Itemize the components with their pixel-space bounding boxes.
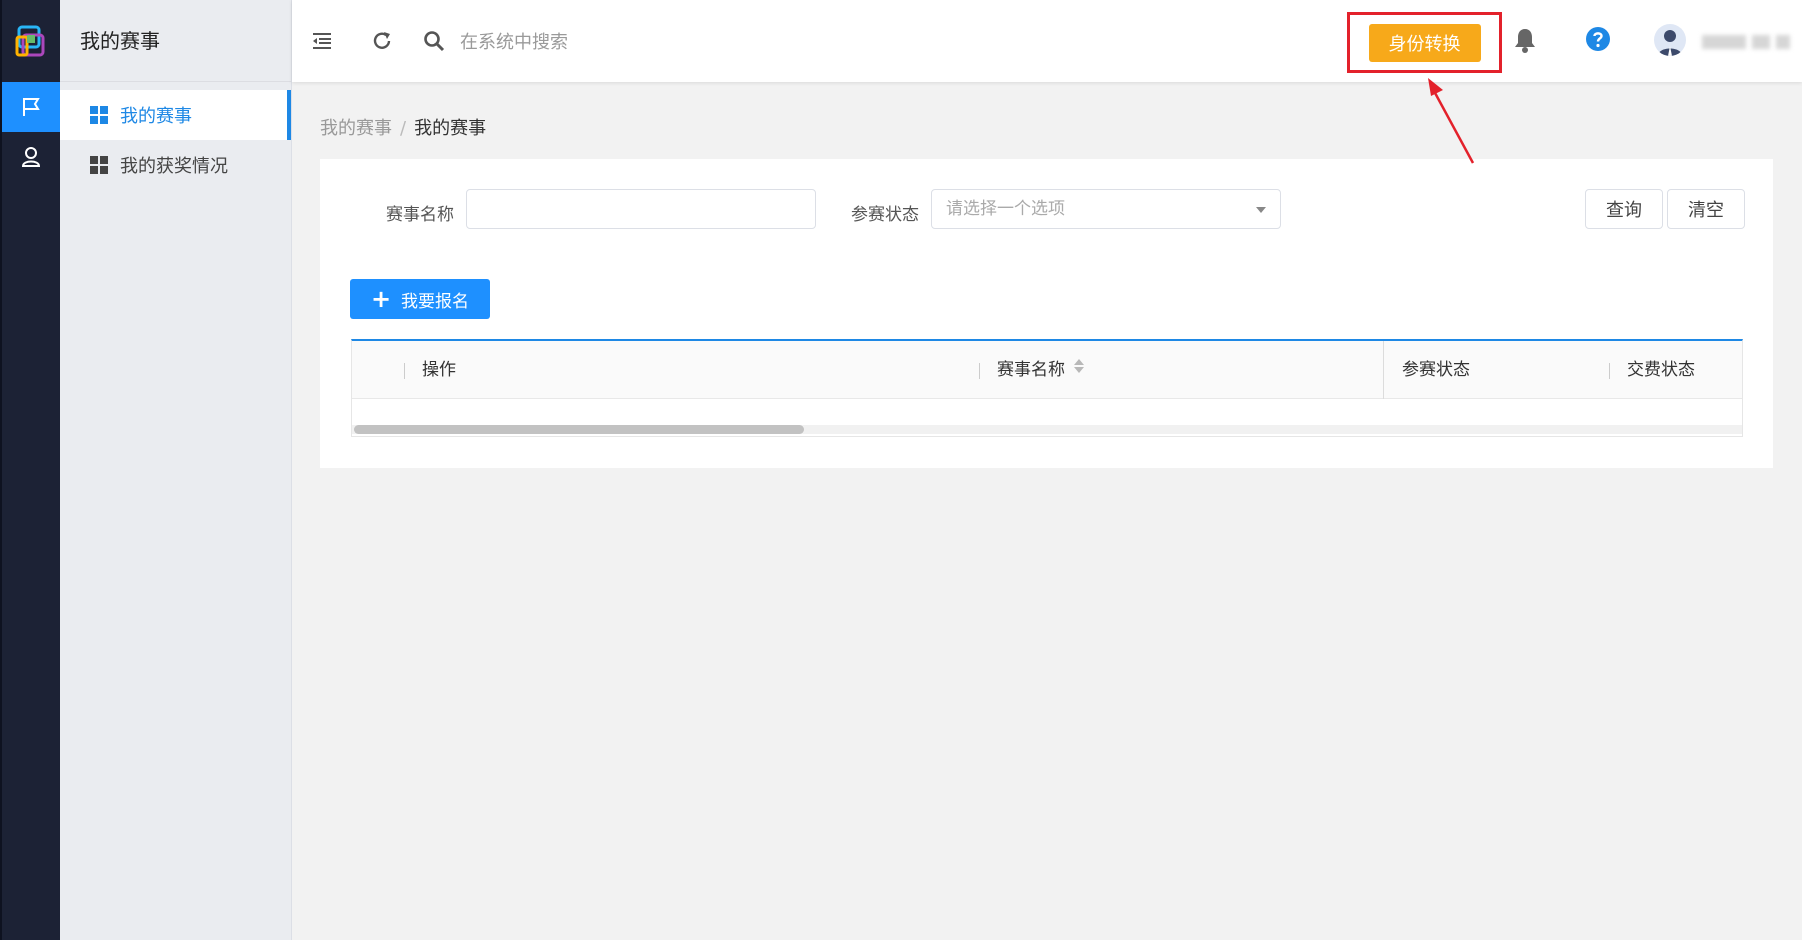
help-icon[interactable] <box>1585 26 1611 56</box>
status-select-placeholder: 请选择一个选项 <box>946 199 1065 219</box>
signup-button[interactable]: + 我要报名 <box>350 279 490 319</box>
sidebar-item-label: 我的赛事 <box>120 106 192 127</box>
column-header-payment-status: 交费状态 <box>1609 341 1695 399</box>
logo-icon[interactable] <box>2 0 60 82</box>
breadcrumb: 我的赛事 / 我的赛事 <box>320 114 486 140</box>
sidebar-item-my-events[interactable]: 我的赛事 <box>60 90 291 140</box>
column-header-label: 参赛状态 <box>1402 360 1470 380</box>
sidebar-title: 我的赛事 <box>60 0 291 82</box>
bell-icon[interactable] <box>1512 26 1538 58</box>
column-header-actions: 操作 <box>404 341 456 399</box>
icon-rail <box>0 0 60 940</box>
sidebar-item-label: 我的获奖情况 <box>120 156 228 177</box>
column-header-label: 交费状态 <box>1627 360 1695 380</box>
sidebar-item-my-awards[interactable]: 我的获奖情况 <box>60 140 291 190</box>
breadcrumb-parent[interactable]: 我的赛事 <box>320 118 392 139</box>
user-icon[interactable] <box>2 132 60 182</box>
column-header-entry-status: 参赛状态 <box>1402 341 1470 399</box>
breadcrumb-separator: / <box>400 118 407 139</box>
collapse-menu-icon[interactable] <box>292 0 352 82</box>
events-table: 操作 赛事名称 参赛状态 交费状态 <box>351 339 1743 437</box>
status-select[interactable]: 请选择一个选项 <box>931 189 1281 229</box>
search-input[interactable]: 在系统中搜索 <box>460 28 568 54</box>
plus-icon: + <box>370 285 392 313</box>
sidebar: 我的赛事 我的赛事 我的获奖情况 <box>60 0 292 940</box>
event-name-input[interactable] <box>466 189 816 229</box>
table-header: 操作 赛事名称 参赛状态 交费状态 <box>352 341 1742 399</box>
top-bar: 在系统中搜索 身份转换 <box>292 0 1802 82</box>
clear-button[interactable]: 清空 <box>1667 189 1745 229</box>
signup-button-label: 我要报名 <box>401 291 470 312</box>
breadcrumb-current: 我的赛事 <box>414 118 487 139</box>
user-name-redacted[interactable] <box>1702 34 1802 49</box>
flag-icon[interactable] <box>2 82 60 132</box>
event-name-label: 赛事名称 <box>386 205 454 225</box>
grid-icon <box>90 156 108 174</box>
grid-icon <box>90 106 108 124</box>
status-label: 参赛状态 <box>851 205 919 225</box>
column-header-label: 赛事名称 <box>997 360 1065 380</box>
main-panel: 赛事名称 参赛状态 请选择一个选项 查询 清空 + 我要报名 操作 赛事名称 参… <box>320 159 1773 468</box>
column-header-event-name[interactable]: 赛事名称 <box>979 341 1085 399</box>
identity-switch-button[interactable]: 身份转换 <box>1368 23 1481 62</box>
column-header-label: 操作 <box>422 360 456 380</box>
fixed-column-divider <box>1383 341 1384 399</box>
avatar[interactable] <box>1654 24 1686 56</box>
highlight-box: 身份转换 <box>1347 12 1502 73</box>
search-icon[interactable] <box>412 0 456 82</box>
chevron-down-icon <box>1256 207 1266 213</box>
refresh-icon[interactable] <box>352 0 412 82</box>
horizontal-scrollbar-thumb[interactable] <box>354 425 804 434</box>
query-button[interactable]: 查询 <box>1585 189 1663 229</box>
sort-icon[interactable] <box>1073 341 1085 399</box>
